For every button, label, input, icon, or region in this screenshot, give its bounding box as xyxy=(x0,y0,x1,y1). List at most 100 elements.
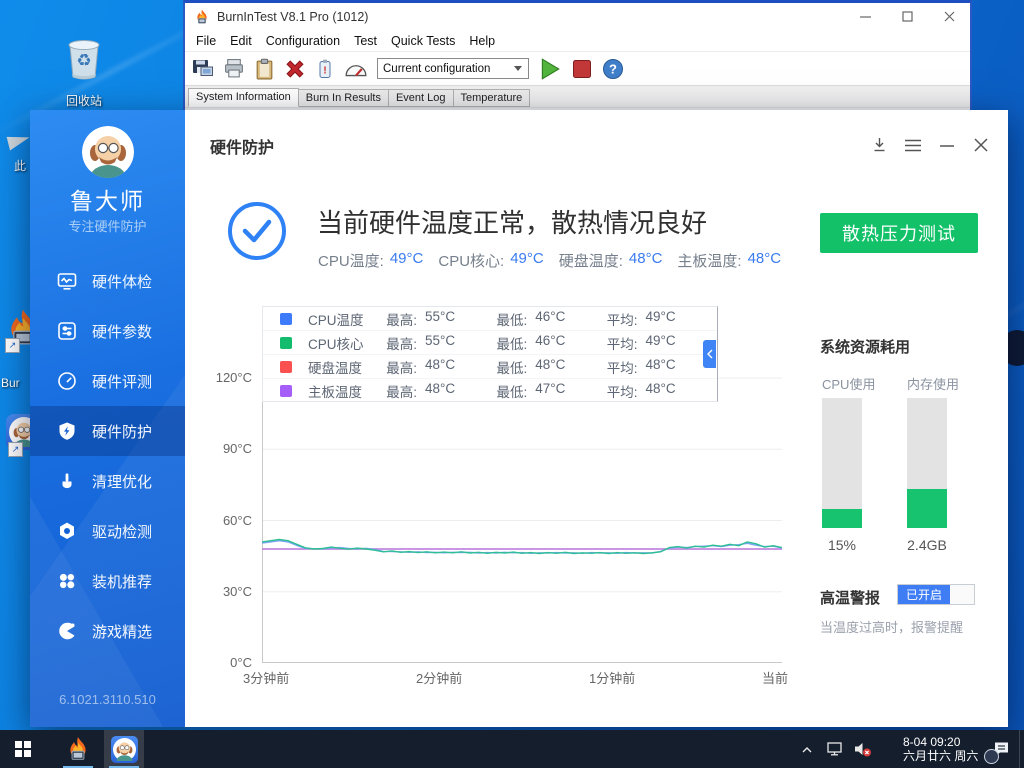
svg-text:♻: ♻ xyxy=(76,51,91,70)
ludashi-window: 鲁大师 专注硬件防护 硬件体检 硬件参数 xyxy=(30,110,1008,727)
stop-test-icon[interactable] xyxy=(571,58,593,80)
report-icon[interactable]: ! xyxy=(315,58,335,80)
sidebar-item-driver-check[interactable]: 驱动检测 xyxy=(30,506,185,556)
sidebar-item-hardware-specs[interactable]: 硬件参数 xyxy=(30,306,185,356)
sidebar-item-game-picks[interactable]: 游戏精选 xyxy=(30,606,185,656)
menu-configuration[interactable]: Configuration xyxy=(259,34,347,48)
menu-quick-tests[interactable]: Quick Tests xyxy=(384,34,462,48)
clipboard-icon[interactable] xyxy=(254,58,275,80)
main-panel: 硬件防护 当前硬件温度正常，散热情况良好 CPU温 xyxy=(185,110,1008,727)
avg-label: 平均: xyxy=(607,357,638,377)
print-icon[interactable] xyxy=(223,58,245,79)
menu-icon[interactable] xyxy=(904,136,922,154)
app-version: 6.1021.3110.510 xyxy=(30,692,185,707)
page-title: 硬件防护 xyxy=(210,134,274,158)
sidebar-item-hardware-benchmark[interactable]: 硬件评测 xyxy=(30,356,185,406)
legend-collapse-button[interactable] xyxy=(703,340,716,368)
action-center-button[interactable] xyxy=(983,730,1019,768)
x-axis-label: 1分钟前 xyxy=(589,668,635,687)
avg-value: 48°C xyxy=(646,381,676,401)
metric-label: 主板温度: xyxy=(677,250,741,271)
volume-muted-icon[interactable] xyxy=(849,730,877,768)
series-name: 主板温度 xyxy=(308,381,386,401)
sidebar-item-hardware-protection[interactable]: 硬件防护 xyxy=(30,406,185,456)
min-label: 最低: xyxy=(497,381,528,401)
tab-event-log[interactable]: Event Log xyxy=(388,89,454,107)
avg-value: 49°C xyxy=(646,309,676,329)
help-glyph: ? xyxy=(609,61,617,76)
legend-row: CPU核心 最高:55°C 最低:46°C 平均:49°C xyxy=(263,330,717,354)
max-value: 55°C xyxy=(425,333,455,353)
window-title: BurnInTest V8.1 Pro (1012) xyxy=(217,10,368,24)
windows-logo-icon xyxy=(15,741,31,757)
sidebar-item-cleanup[interactable]: 清理优化 xyxy=(30,456,185,506)
minimize-icon[interactable] xyxy=(938,136,956,154)
configuration-select[interactable]: Current configuration xyxy=(377,58,529,79)
memory-usage-bar-fill xyxy=(907,489,947,528)
recycle-bin-shortcut[interactable]: ♻ 回收站 xyxy=(50,33,118,109)
menu-edit[interactable]: Edit xyxy=(223,34,259,48)
gauge-icon[interactable] xyxy=(344,60,368,78)
min-value: 47°C xyxy=(535,381,565,401)
sidebar-item-label: 装机推荐 xyxy=(92,571,152,592)
menu-file[interactable]: File xyxy=(189,34,223,48)
gauge-icon xyxy=(57,371,77,391)
series-color-swatch xyxy=(280,313,292,325)
y-axis-tick: 60°C xyxy=(223,513,252,528)
window-controls xyxy=(870,136,990,154)
sidebar-item-label: 硬件评测 xyxy=(92,371,152,392)
temperature-chart xyxy=(262,368,782,673)
taskbar-clock[interactable]: 8-04 09:20 六月廿六 周六 xyxy=(903,735,983,763)
delete-icon[interactable] xyxy=(284,58,306,80)
start-button[interactable] xyxy=(0,730,46,768)
cpu-usage-bar-fill xyxy=(822,509,862,529)
taskbar-item-ludashi[interactable] xyxy=(104,730,144,768)
start-test-icon[interactable] xyxy=(538,57,562,81)
help-icon[interactable]: ? xyxy=(602,58,624,80)
tray-chevron-up-icon[interactable] xyxy=(793,730,821,768)
x-axis-label: 当前 xyxy=(762,668,788,687)
thermal-stress-test-button[interactable]: 散热压力测试 xyxy=(820,213,978,253)
avg-label: 平均: xyxy=(607,381,638,401)
overheat-alarm-toggle[interactable]: 已开启 xyxy=(897,584,975,605)
save-icon[interactable] xyxy=(192,58,214,79)
system-resources-title: 系统资源耗用 xyxy=(820,336,910,357)
cpu-usage-label: CPU使用 xyxy=(822,374,875,393)
shortcut-arrow-icon: ↗ xyxy=(5,338,20,353)
menu-help[interactable]: Help xyxy=(462,34,502,48)
sidebar-item-pc-builder[interactable]: 装机推荐 xyxy=(30,556,185,606)
series-name: 硬盘温度 xyxy=(308,357,386,377)
memory-usage-value: 2.4GB xyxy=(907,537,947,553)
close-button[interactable] xyxy=(928,3,970,30)
show-desktop-button[interactable] xyxy=(1019,730,1024,768)
toggle-state-label: 已开启 xyxy=(898,585,950,604)
temperature-metrics: CPU温度:49°C CPU核心:49°C 硬盘温度:48°C 主板温度:48°… xyxy=(318,250,781,271)
menu-test[interactable]: Test xyxy=(347,34,384,48)
metric-value: 48°C xyxy=(748,250,782,271)
minimize-button[interactable] xyxy=(844,3,886,30)
burnintest-shortcut-label[interactable]: Bur xyxy=(1,376,20,390)
taskbar-item-burnintest[interactable] xyxy=(58,730,98,768)
download-icon[interactable] xyxy=(870,136,888,154)
clock-date: 六月廿六 周六 xyxy=(903,749,983,763)
cpu-usage-bar xyxy=(822,398,862,528)
memory-usage-bar xyxy=(907,398,947,528)
tab-burn-in-results[interactable]: Burn In Results xyxy=(298,89,389,107)
maximize-button[interactable] xyxy=(886,3,928,30)
burnintest-titlebar[interactable]: BurnInTest V8.1 Pro (1012) xyxy=(185,3,970,30)
notification-badge xyxy=(984,749,999,764)
metric-label: 硬盘温度: xyxy=(559,250,623,271)
max-value: 55°C xyxy=(425,309,455,329)
sidebar-item-hardware-checkup[interactable]: 硬件体检 xyxy=(30,256,185,306)
close-icon[interactable] xyxy=(972,136,990,154)
this-pc-label[interactable]: 此 xyxy=(14,157,26,174)
y-axis-ticks: 0°C30°C60°C90°C120°C xyxy=(193,368,252,678)
tab-temperature[interactable]: Temperature xyxy=(453,89,531,107)
alert-glyph: ! xyxy=(323,65,326,76)
legend-row: 主板温度 最高:48°C 最低:47°C 平均:48°C xyxy=(263,378,717,402)
tab-system-information[interactable]: System Information xyxy=(188,88,299,107)
max-value: 48°C xyxy=(425,381,455,401)
min-label: 最低: xyxy=(497,333,528,353)
network-icon[interactable] xyxy=(821,730,849,768)
max-label: 最高: xyxy=(386,333,417,353)
